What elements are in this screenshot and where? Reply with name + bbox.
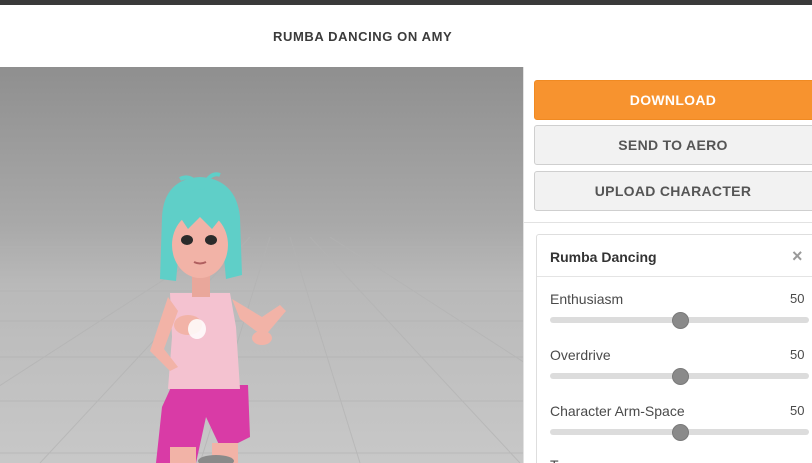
slider-enthusiasm: Enthusiasm 50 xyxy=(550,291,810,331)
slider-thumb[interactable] xyxy=(671,368,689,385)
slider-value: 50 xyxy=(790,291,805,306)
character-viewport[interactable] xyxy=(0,67,523,463)
slider-character-arm-space: Character Arm-Space 50 xyxy=(550,403,810,443)
character-scene xyxy=(0,172,523,463)
animation-settings-panel: Rumba Dancing × Enthusiasm 50 Overdrive … xyxy=(536,234,812,463)
send-to-aero-button[interactable]: SEND TO AERO xyxy=(534,125,812,165)
next-slider-label: T xyxy=(550,457,559,463)
header: RUMBA DANCING ON AMY xyxy=(0,5,812,67)
close-icon[interactable]: × xyxy=(792,246,803,267)
vertical-divider xyxy=(523,67,524,463)
character-amy xyxy=(150,172,286,463)
floor-grid xyxy=(0,236,523,463)
slider-value: 50 xyxy=(790,403,805,418)
page-title: RUMBA DANCING ON AMY xyxy=(273,29,453,44)
slider-overdrive: Overdrive 50 xyxy=(550,347,810,387)
slider-thumb[interactable] xyxy=(671,424,689,441)
slider-label: Overdrive xyxy=(550,347,611,363)
panel-header: Rumba Dancing × xyxy=(537,235,812,277)
upload-character-button[interactable]: UPLOAD CHARACTER xyxy=(534,171,812,211)
download-button[interactable]: DOWNLOAD xyxy=(534,80,812,120)
slider-value: 50 xyxy=(790,347,805,362)
slider-thumb[interactable] xyxy=(671,312,689,329)
slider-label: Enthusiasm xyxy=(550,291,624,307)
slider-label: Character Arm-Space xyxy=(550,403,685,419)
horizontal-divider xyxy=(524,222,812,223)
panel-title: Rumba Dancing xyxy=(550,249,657,265)
